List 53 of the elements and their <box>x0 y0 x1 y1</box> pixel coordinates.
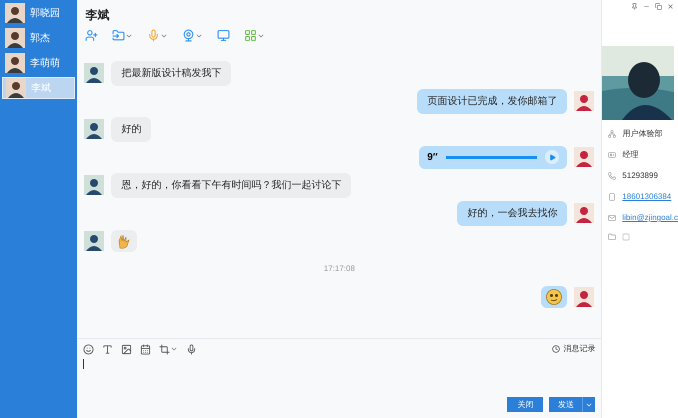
profile-field: 用户体验部 <box>622 128 662 140</box>
calendar-icon[interactable] <box>140 344 152 354</box>
avatar-icon <box>5 28 25 48</box>
message-bubble: 恩，好的，你看看下午有时间吗？我们一起讨论下 <box>111 172 352 198</box>
crop-icon[interactable] <box>159 344 170 354</box>
avatar-icon <box>5 3 25 23</box>
field-icon <box>608 172 616 180</box>
contact-link[interactable]: 18601306384 <box>622 191 672 203</box>
smiley-icon <box>546 289 562 305</box>
emoji-icon[interactable] <box>83 344 94 354</box>
contact-link[interactable]: libin@zjingoal.c <box>622 212 678 224</box>
restore-icon[interactable] <box>655 3 662 10</box>
avatar-icon <box>6 78 26 98</box>
voice-message[interactable]: 9″ <box>419 146 568 168</box>
field-icon <box>608 193 616 201</box>
font-icon[interactable] <box>102 344 114 354</box>
close-icon[interactable] <box>667 3 674 10</box>
hand-icon <box>116 233 132 249</box>
add-contact-icon[interactable] <box>85 29 98 42</box>
contact-item[interactable]: 郭晓园 <box>2 2 76 24</box>
clock-icon <box>552 345 560 353</box>
image-icon[interactable] <box>121 344 132 354</box>
message-bubble: 页面设计已完成，发你邮箱了 <box>417 88 568 114</box>
pin-icon[interactable] <box>631 3 638 10</box>
timestamp: 17:17:08 <box>324 263 355 275</box>
folder-icon <box>608 233 616 241</box>
send-options-button[interactable] <box>583 397 596 412</box>
voice-duration: 9″ <box>427 150 438 164</box>
play-icon <box>548 154 556 160</box>
send-button[interactable]: 发送 <box>549 397 584 412</box>
profile-field: 51293899 <box>622 170 658 182</box>
history-link[interactable]: 消息记录 <box>552 343 596 355</box>
monitor-icon[interactable] <box>217 29 230 42</box>
file-icon <box>622 233 630 241</box>
play-button[interactable] <box>545 150 560 164</box>
message-bubble: 把最新版设计稿发我下 <box>111 60 232 86</box>
profile-field: 经理 <box>622 149 638 161</box>
microphone-icon[interactable] <box>186 344 198 354</box>
message-bubble: 好的，一会我去找你 <box>457 200 568 226</box>
chat-title: 李斌 <box>85 7 110 24</box>
folder-icon[interactable] <box>112 29 126 42</box>
field-icon <box>608 214 616 222</box>
field-icon <box>608 151 616 159</box>
message-bubble: 好的 <box>111 116 152 142</box>
contact-item[interactable]: 郭杰 <box>2 27 76 49</box>
contact-item[interactable]: 李萌萌 <box>2 52 76 74</box>
apps-icon[interactable] <box>244 29 258 42</box>
avatar-icon <box>5 53 25 73</box>
caret-icon <box>170 345 178 353</box>
field-icon <box>608 130 616 138</box>
minimize-icon[interactable] <box>643 3 650 10</box>
webcam-icon[interactable] <box>182 29 196 42</box>
close-button[interactable]: 关闭 <box>507 397 544 412</box>
